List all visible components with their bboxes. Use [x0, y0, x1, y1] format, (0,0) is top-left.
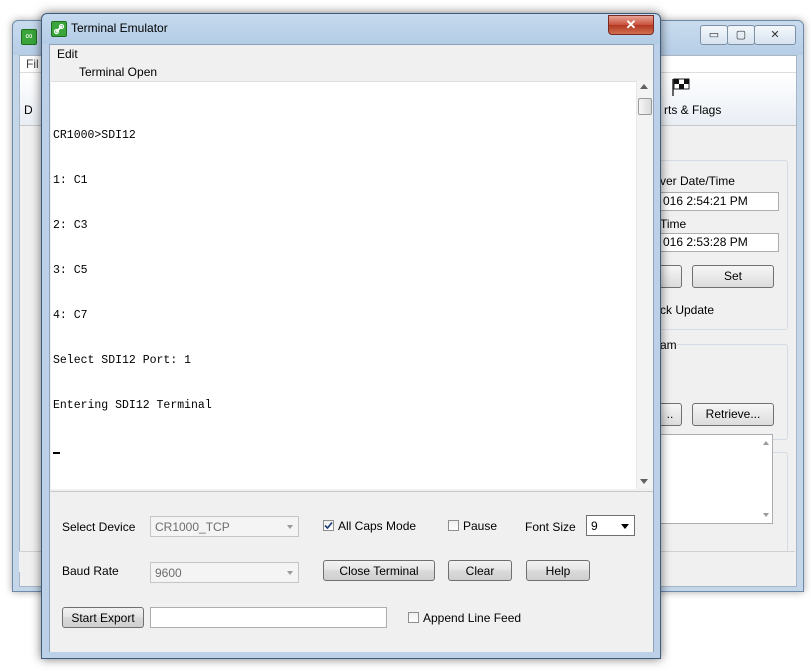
close-window-button[interactable]: ✕: [608, 15, 654, 35]
minimize-button[interactable]: ▭: [700, 25, 728, 45]
checkered-flag-icon: [672, 78, 690, 96]
append-line-feed-label[interactable]: Append Line Feed: [423, 611, 521, 625]
menubar: Edit: [50, 45, 653, 62]
list-scroll-down-icon[interactable]: [763, 513, 769, 517]
station-time-label: Time: [660, 217, 687, 231]
background-close-button[interactable]: ✕: [754, 25, 796, 45]
select-device-label: Select Device: [62, 520, 136, 534]
select-device-dropdown[interactable]: CR1000_TCP: [150, 516, 299, 537]
link-icon: [51, 21, 67, 37]
text-cursor: [53, 452, 60, 454]
set-clock-button[interactable]: Set: [692, 265, 774, 288]
menu-edit[interactable]: Edit: [57, 47, 78, 61]
baud-rate-value: 9600: [155, 566, 182, 580]
help-button[interactable]: Help: [526, 560, 590, 581]
output-line: 3: C5: [53, 264, 88, 277]
maximize-button[interactable]: ▢: [727, 25, 755, 45]
server-datetime-label: ver Date/Time: [660, 174, 735, 188]
export-path-input[interactable]: [150, 607, 387, 628]
status-row: Terminal Open: [50, 62, 653, 80]
scroll-down-arrow-icon[interactable]: [640, 479, 648, 484]
pause-checkbox[interactable]: [448, 520, 459, 531]
link-icon: ∞: [21, 29, 37, 45]
notes-list[interactable]: [649, 434, 773, 524]
clear-button[interactable]: Clear: [448, 560, 512, 581]
append-line-feed-checkbox[interactable]: [408, 612, 419, 623]
baud-rate-dropdown[interactable]: 9600: [150, 562, 299, 583]
output-line: Select SDI12 Port: 1: [53, 354, 192, 367]
list-scroll-up-icon[interactable]: [763, 441, 769, 445]
scroll-up-arrow-icon[interactable]: [640, 84, 648, 89]
scrollbar-thumb[interactable]: [638, 98, 652, 115]
toolbar-ports-flags[interactable]: rts & Flags: [664, 103, 721, 117]
window-title: Terminal Emulator: [71, 21, 168, 35]
send-program-button-partial[interactable]: ..: [658, 403, 682, 426]
chevron-down-icon: [621, 524, 629, 529]
maximize-icon: ▢: [735, 29, 747, 41]
terminal-output[interactable]: CR1000>SDI12 1: C1 2: C3 3: C5 4: C7 Sel…: [51, 81, 636, 489]
output-line: 1: C1: [53, 174, 88, 187]
select-device-value: CR1000_TCP: [155, 520, 230, 534]
menu-file[interactable]: Fil: [26, 57, 39, 71]
chevron-down-icon: [287, 525, 293, 529]
program-group-label: am: [660, 338, 677, 352]
chevron-down-icon: [287, 571, 293, 575]
output-line: CR1000>SDI12: [53, 129, 136, 142]
terminal-text: CR1000>SDI12 1: C1 2: C3 3: C5 4: C7 Sel…: [53, 98, 212, 484]
close-terminal-button[interactable]: Close Terminal: [323, 560, 435, 581]
terminal-client-area: Edit Terminal Open CR1000>SDI12 1: C1 2:…: [49, 44, 654, 652]
output-line: 2: C3: [53, 219, 88, 232]
check-button-partial[interactable]: [658, 265, 682, 288]
close-icon: ✕: [625, 17, 637, 32]
all-caps-checkbox[interactable]: [323, 520, 334, 531]
baud-rate-label: Baud Rate: [62, 564, 119, 578]
vertical-scrollbar[interactable]: [636, 81, 653, 488]
font-size-label: Font Size: [525, 520, 576, 534]
font-size-dropdown[interactable]: 9: [586, 515, 635, 536]
server-datetime-field: 016 2:54:21 PM: [660, 192, 779, 211]
checkmark-icon: [324, 521, 333, 530]
close-icon: ✕: [770, 29, 780, 41]
all-caps-label[interactable]: All Caps Mode: [338, 519, 416, 533]
start-export-button[interactable]: Start Export: [62, 607, 144, 628]
minimize-icon: ▭: [708, 29, 720, 41]
controls-panel: Select Device CR1000_TCP All Caps Mode P…: [50, 491, 653, 652]
clock-update-label: ck Update: [660, 303, 715, 317]
retrieve-program-button[interactable]: Retrieve...: [692, 403, 774, 426]
station-time-field: 016 2:53:28 PM: [660, 233, 779, 252]
terminal-status: Terminal Open: [79, 65, 158, 79]
terminal-emulator-window: Terminal Emulator ✕ Edit Terminal Open C…: [41, 13, 661, 659]
output-line: 4: C7: [53, 309, 88, 322]
font-size-value: 9: [591, 519, 598, 533]
pause-label[interactable]: Pause: [463, 519, 497, 533]
toolbar-item-partial[interactable]: D: [24, 103, 33, 117]
output-line: Entering SDI12 Terminal: [53, 399, 212, 412]
